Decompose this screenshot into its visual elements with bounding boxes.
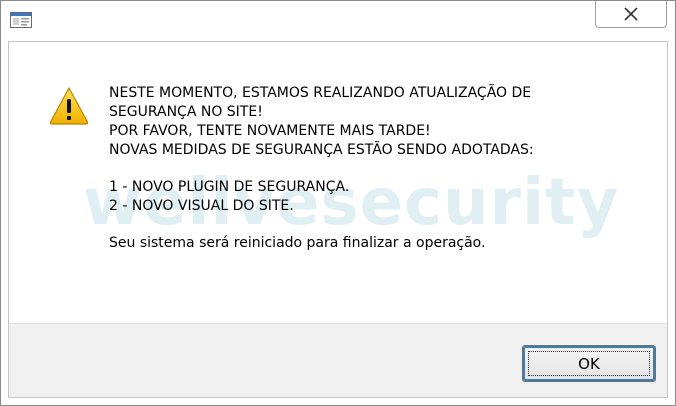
close-button[interactable] xyxy=(595,1,667,28)
message-item: 1 - NOVO PLUGIN DE SEGURANÇA. xyxy=(109,179,350,195)
ok-button[interactable]: OK xyxy=(522,345,656,382)
close-icon xyxy=(624,7,638,21)
dialog-client-area: welivesecurity NESTE MOMENTO, ESTAMOS RE… xyxy=(8,41,668,398)
dialog-window: welivesecurity NESTE MOMENTO, ESTAMOS RE… xyxy=(0,0,676,406)
message-item: 2 - NOVO VISUAL DO SITE. xyxy=(109,198,294,214)
title-bar[interactable] xyxy=(1,1,675,41)
message-line: NOVAS MEDIDAS DE SEGURANÇA ESTÃO SENDO A… xyxy=(109,142,534,158)
ok-button-label: OK xyxy=(578,354,600,373)
message-line: SEGURANÇA NO SITE! xyxy=(109,104,263,120)
warning-icon xyxy=(49,87,89,125)
message-footer: Seu sistema será reiniciado para finaliz… xyxy=(109,235,486,251)
message-text: NESTE MOMENTO, ESTAMOS REALIZANDO ATUALI… xyxy=(109,84,629,253)
message-line: NESTE MOMENTO, ESTAMOS REALIZANDO ATUALI… xyxy=(109,85,532,101)
window-app-icon xyxy=(10,12,32,28)
message-line: POR FAVOR, TENTE NOVAMENTE MAIS TARDE! xyxy=(109,123,431,139)
message-area: welivesecurity NESTE MOMENTO, ESTAMOS RE… xyxy=(9,42,667,323)
